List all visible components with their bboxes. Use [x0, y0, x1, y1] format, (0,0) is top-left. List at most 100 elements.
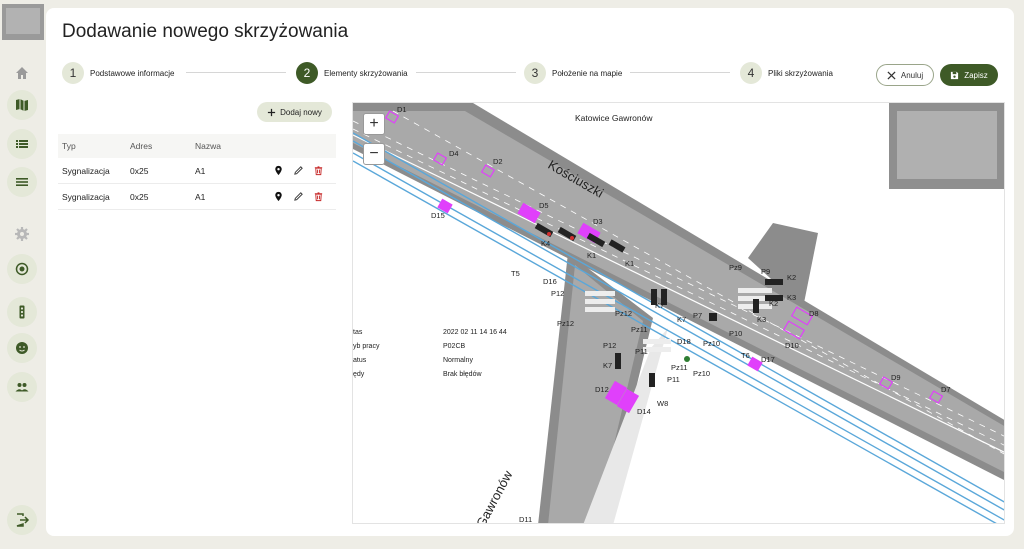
map-element-label: D10 — [785, 341, 799, 350]
minimap[interactable] — [889, 103, 1004, 189]
map-element-label: D3 — [593, 217, 603, 226]
column-address: Adres — [130, 141, 153, 151]
map-element-label: K4 — [541, 239, 551, 248]
map-element-label: Pz11 — [671, 363, 688, 372]
map-element-label: Pz11 — [631, 325, 648, 334]
map-element-label: D7 — [941, 385, 951, 394]
edit-icon[interactable] — [293, 191, 304, 202]
zoom-in-button[interactable]: + — [363, 113, 385, 135]
map-element-label: D8 — [809, 309, 819, 318]
traffic-light-icon — [19, 305, 25, 319]
delete-icon[interactable] — [313, 191, 324, 202]
home-icon — [16, 67, 28, 79]
step-label: Położenie na mapie — [552, 68, 623, 78]
map-element-label: D1 — [397, 105, 407, 114]
map-element-label: Pz10 — [693, 369, 711, 378]
step-label: Pliki skrzyżowania — [768, 68, 833, 78]
map-element-label: K2 — [769, 299, 779, 308]
step-basic-info[interactable]: 1 Podstawowe informacje — [62, 62, 174, 84]
status-value: Brak błędów — [443, 371, 482, 378]
map-element-label: T5 — [511, 269, 520, 278]
table-row: Sygnalizacja 0x25 A1 — [58, 184, 336, 210]
cell-name: A1 — [195, 191, 206, 202]
column-name: Nazwa — [195, 141, 221, 151]
sidebar-item-face[interactable] — [7, 333, 37, 363]
edit-icon[interactable] — [293, 165, 304, 176]
location-pin-icon[interactable] — [273, 165, 284, 176]
add-element-label: Dodaj nowy — [280, 107, 322, 117]
sidebar-item-menu[interactable] — [7, 167, 37, 197]
map-element-label: K7 — [655, 301, 665, 310]
location-pin-icon[interactable] — [273, 191, 284, 202]
step-number: 1 — [62, 62, 84, 84]
close-icon — [887, 70, 896, 80]
sidebar-item-home[interactable] — [7, 58, 37, 88]
intersection-map[interactable]: + − Katowice Gawronów Kościuszki Gawronó… — [352, 102, 1005, 524]
status-key: atus — [353, 357, 367, 364]
map-element-label: W8 — [657, 399, 669, 408]
cell-address: 0x25 — [130, 165, 149, 176]
step-label: Elementy skrzyżowania — [324, 68, 408, 78]
add-element-button[interactable]: Dodaj nowy — [257, 102, 332, 122]
map-element-label: D17 — [761, 355, 775, 364]
status-value: 2022 02 11 14 16 44 — [443, 329, 507, 336]
status-panel: tas 2022 02 11 14 16 44 yb pracy P02CB atu… — [353, 329, 507, 385]
face-icon — [16, 342, 28, 354]
map-element-label: D12 — [595, 385, 609, 394]
zoom-out-button[interactable]: − — [363, 143, 385, 165]
map-element-label: K7 — [677, 315, 687, 324]
step-label: Podstawowe informacje — [90, 68, 175, 78]
step-map-position[interactable]: 3 Położenie na mapie — [524, 62, 622, 84]
logout-icon — [16, 513, 30, 527]
map-element-label: D18 — [677, 337, 691, 346]
map-element-label: P11 — [635, 347, 648, 356]
status-value: Normalny — [443, 357, 473, 364]
sidebar-item-traffic-light[interactable] — [7, 297, 37, 327]
step-elements[interactable]: 2 Elementy skrzyżowania — [296, 62, 408, 84]
map-element-label: D15 — [431, 211, 445, 220]
sidebar-item-target[interactable] — [7, 254, 37, 284]
map-element-label: Pz9 — [729, 263, 742, 272]
status-key: ędy — [353, 371, 365, 378]
map-element-label: D5 — [539, 201, 549, 210]
step-connector — [416, 72, 516, 73]
map-element-label: D16 — [543, 277, 557, 286]
step-connector — [630, 72, 730, 73]
sidebar-item-logout[interactable] — [7, 505, 37, 535]
step-number: 3 — [524, 62, 546, 84]
map-element-label: K3 — [787, 293, 797, 302]
cell-type: Sygnalizacja — [62, 191, 110, 202]
step-number: 4 — [740, 62, 762, 84]
status-key: yb pracy — [353, 343, 380, 350]
map-element-label: K2 — [787, 273, 797, 282]
table-row: Sygnalizacja 0x25 A1 — [58, 158, 336, 184]
cell-type: Sygnalizacja — [62, 165, 110, 176]
gear-icon — [15, 227, 29, 241]
cancel-button[interactable]: Anuluj — [876, 64, 934, 86]
sidebar-item-users[interactable] — [7, 372, 37, 402]
sidebar-item-map[interactable] — [7, 90, 37, 120]
sidebar-item-list[interactable] — [7, 129, 37, 159]
map-element-label: D11 — [519, 515, 533, 524]
map-element-label: P12 — [603, 341, 617, 350]
sidebar-item-settings[interactable] — [7, 219, 37, 249]
map-element-label: Pz12 — [615, 309, 633, 318]
app-logo — [2, 4, 44, 40]
list-icon — [16, 140, 28, 148]
map-element-label: T6 — [741, 351, 750, 360]
menu-icon — [16, 178, 28, 186]
map-element-label: P11 — [667, 375, 680, 384]
map-element-label: K1 — [625, 259, 635, 268]
status-key: tas — [353, 329, 363, 336]
step-files[interactable]: 4 Pliki skrzyżowania — [740, 62, 833, 84]
elements-table: Typ Adres Nazwa Sygnalizacja 0x25 A1 Syg… — [58, 134, 336, 210]
target-icon — [15, 262, 29, 276]
map-element-label: D9 — [891, 373, 901, 382]
cancel-label: Anuluj — [900, 70, 924, 80]
delete-icon[interactable] — [313, 165, 324, 176]
map-icon — [16, 99, 28, 111]
map-element-label: P12 — [551, 289, 565, 298]
save-button[interactable]: Zapisz — [940, 64, 998, 86]
column-type: Typ — [62, 141, 76, 151]
cell-address: 0x25 — [130, 191, 149, 202]
